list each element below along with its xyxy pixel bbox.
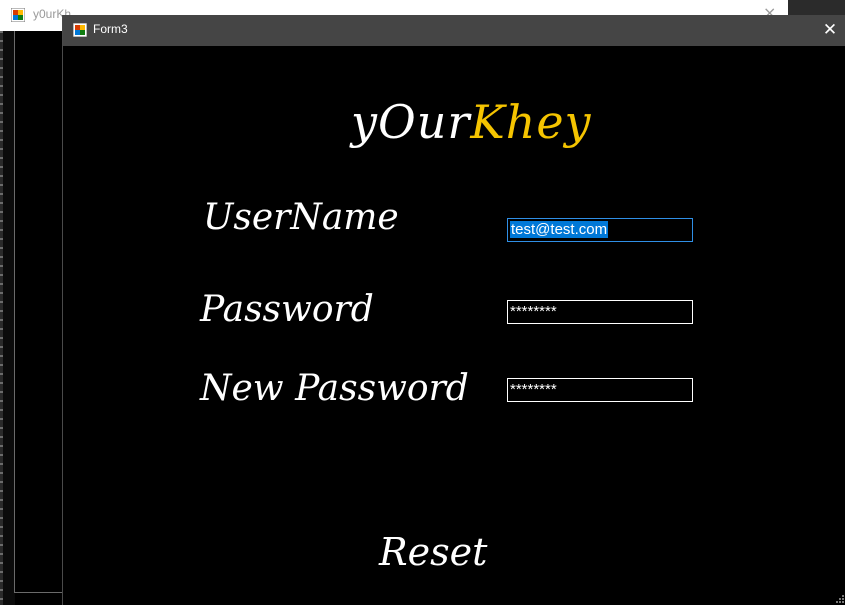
form3-window: Form3 ✕ yOurKhey UserName test@test.com … — [62, 15, 845, 605]
new-password-value: ******** — [510, 381, 557, 398]
app-logo-text: yOurKhey — [351, 95, 592, 149]
logo-part-2: Khey — [470, 95, 592, 149]
resize-grip-icon[interactable] — [834, 593, 844, 603]
background-divider — [14, 31, 15, 593]
reset-button[interactable]: Reset — [379, 530, 487, 574]
window-title: Form3 — [93, 22, 128, 36]
titlebar[interactable]: Form3 ✕ — [63, 15, 845, 46]
password-field[interactable]: ******** — [507, 300, 693, 324]
background-window-edge — [0, 31, 3, 605]
desktop-strip — [788, 0, 845, 16]
password-value: ******** — [510, 303, 557, 320]
new-password-field[interactable]: ******** — [507, 378, 693, 402]
background-divider-bottom — [14, 592, 64, 593]
app-icon — [11, 8, 25, 22]
close-icon[interactable]: ✕ — [816, 18, 844, 42]
logo-part-1: yOur — [351, 95, 471, 149]
password-label: Password — [200, 289, 374, 330]
username-value: test@test.com — [510, 221, 609, 238]
username-field[interactable]: test@test.com — [507, 218, 693, 242]
username-label: UserName — [203, 197, 399, 238]
app-icon — [73, 23, 87, 37]
new-password-label: New Password — [200, 368, 469, 409]
